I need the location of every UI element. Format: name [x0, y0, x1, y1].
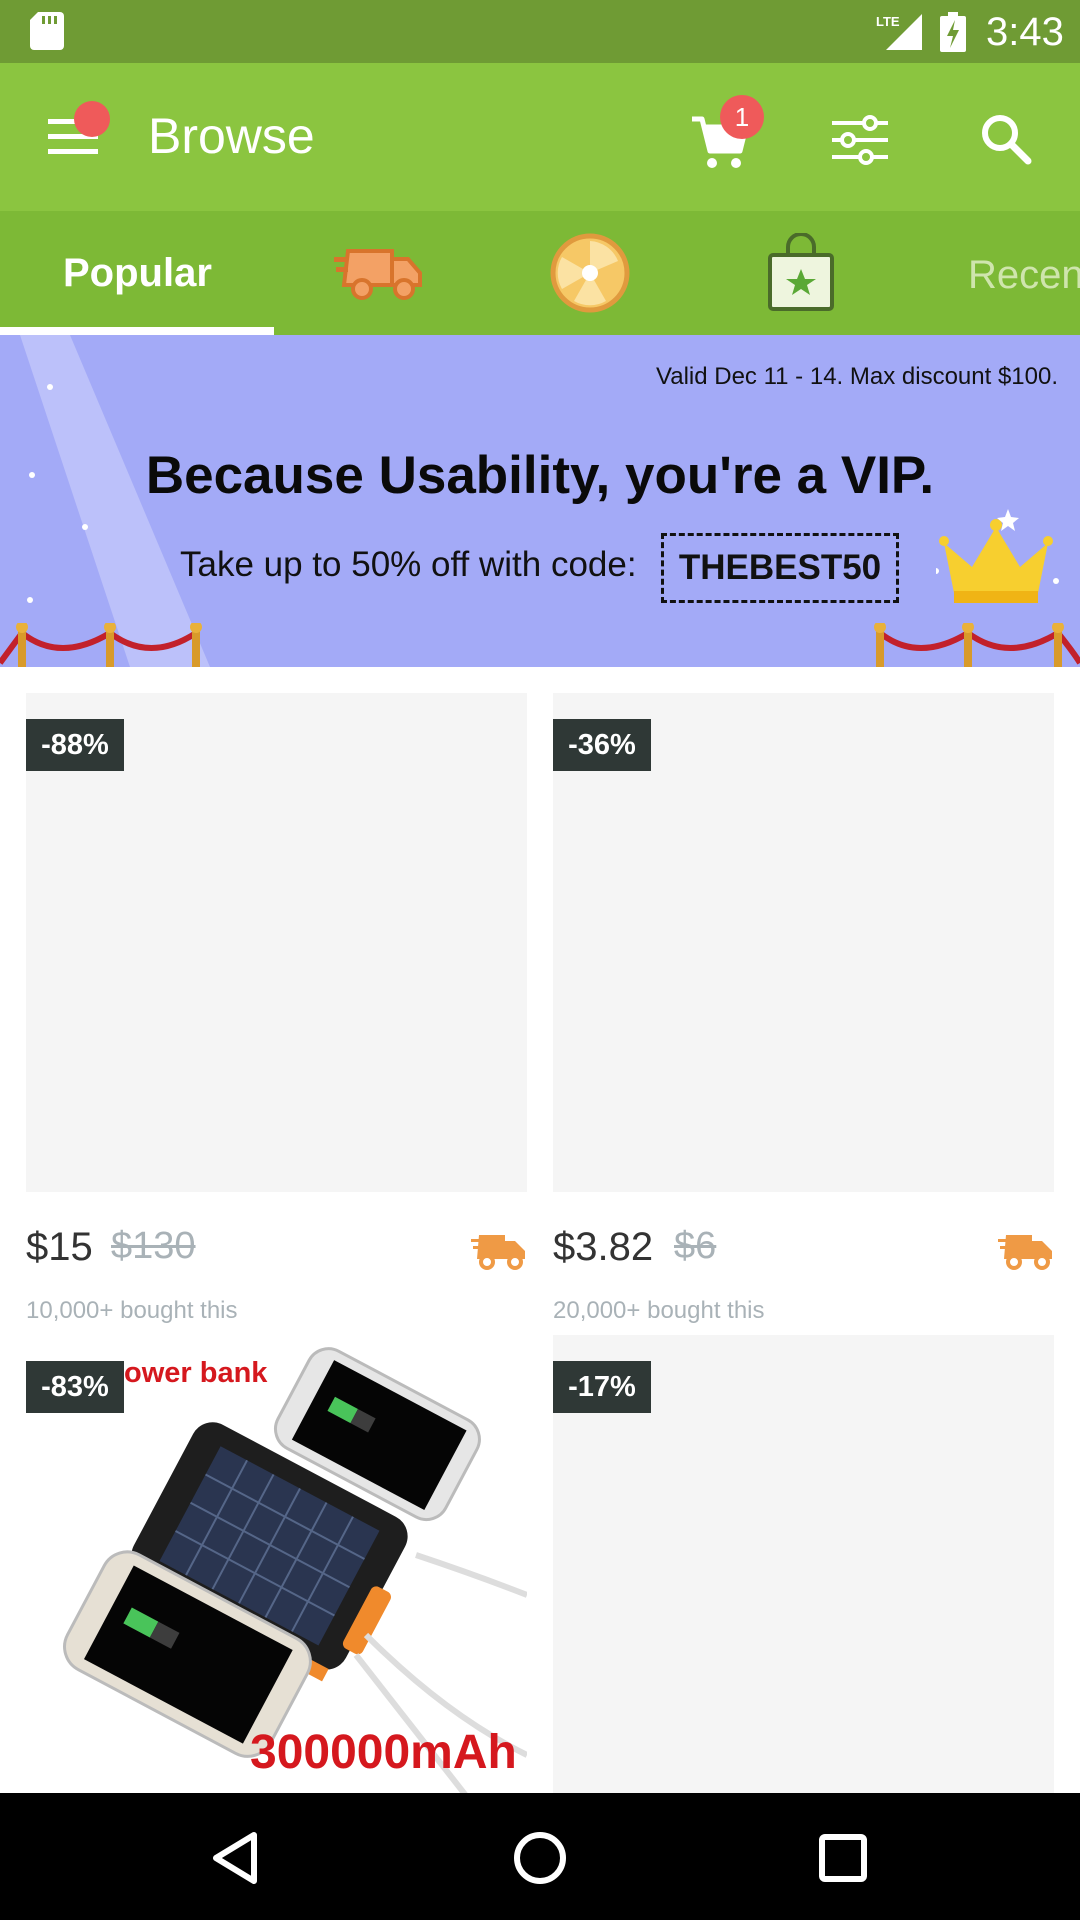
- discount-badge: -17%: [553, 1361, 651, 1413]
- promo-validity-text: Valid Dec 11 - 14. Max discount $100.: [656, 363, 1058, 390]
- lte-label: LTE: [876, 14, 900, 29]
- system-navigation-bar: [0, 1793, 1080, 1920]
- product-price: $15: [26, 1225, 93, 1269]
- back-button[interactable]: [202, 1823, 272, 1893]
- shopping-bag-icon: [768, 233, 834, 311]
- crown-icon: [936, 509, 1059, 603]
- recents-button[interactable]: [808, 1823, 878, 1893]
- fast-delivery-icon: [334, 249, 422, 300]
- discount-badge: -36%: [553, 719, 651, 771]
- product-grid: -88% $15 $130 10,000+ bought this -36% $…: [0, 667, 1080, 1793]
- search-icon: [982, 115, 1032, 165]
- tab-recent-label: Recen: [968, 253, 1080, 297]
- battery-charging-icon: [940, 12, 966, 52]
- search-button[interactable]: [976, 109, 1036, 169]
- tab-fast-delivery[interactable]: [330, 211, 430, 335]
- filter-button[interactable]: [830, 111, 890, 171]
- back-icon: [213, 1832, 257, 1884]
- promo-headline: Because Usability, you're a VIP.: [145, 446, 935, 505]
- category-tabs: Popular Recen: [0, 211, 1080, 335]
- page-title: Browse: [148, 108, 315, 164]
- discount-badge: -88%: [26, 719, 124, 771]
- product-price: $3.82: [553, 1225, 654, 1269]
- bought-count: 20,000+ bought this: [553, 1297, 765, 1324]
- recents-icon: [819, 1834, 867, 1882]
- product-card[interactable]: -36% $3.82 $6 20,000+ bought this: [553, 693, 1054, 1333]
- status-clock: 3:43: [986, 10, 1064, 54]
- lte-signal-icon: LTE: [876, 14, 922, 50]
- product-image-caption: 300000mAh: [250, 1726, 517, 1779]
- tab-recent[interactable]: Recen: [940, 211, 1080, 335]
- product-card[interactable]: -17%: [553, 1335, 1054, 1793]
- filter-icon: [832, 115, 888, 165]
- discount-badge: -83%: [26, 1361, 124, 1413]
- promo-code[interactable]: THEBEST50: [661, 533, 899, 603]
- shipping-truck-icon: [471, 1235, 525, 1270]
- rope-stanchions-right: [874, 623, 1080, 667]
- shipping-truck-icon: [998, 1235, 1052, 1270]
- notification-dot: [74, 101, 110, 137]
- cart-count-badge: 1: [720, 95, 764, 139]
- status-bar: LTE 3:43: [0, 0, 1080, 63]
- tab-selected-indicator: [0, 327, 274, 335]
- home-button[interactable]: [505, 1823, 575, 1893]
- promo-banner[interactable]: Valid Dec 11 - 14. Max discount $100. Be…: [0, 335, 1080, 667]
- product-old-price: $130: [111, 1225, 196, 1267]
- sd-card-icon: [30, 12, 64, 50]
- bought-count: 10,000+ bought this: [26, 1297, 238, 1324]
- product-card[interactable]: ower bank 300000mAh -83%: [26, 1335, 527, 1793]
- spin-wheel-icon: [550, 233, 630, 313]
- product-old-price: $6: [674, 1225, 717, 1267]
- app-toolbar: Browse 1: [0, 63, 1080, 211]
- rope-stanchions-left: [0, 623, 202, 667]
- promo-offer-text: Take up to 50% off with code:: [180, 545, 637, 584]
- product-card[interactable]: -88% $15 $130 10,000+ bought this: [26, 693, 527, 1333]
- product-image-title: ower bank: [124, 1357, 268, 1389]
- tab-spin-wheel[interactable]: [540, 211, 640, 335]
- home-icon: [514, 1832, 566, 1884]
- tab-popular[interactable]: Popular: [0, 211, 274, 335]
- tab-popular-label: Popular: [63, 251, 212, 295]
- tab-shopping-bag[interactable]: [750, 211, 850, 335]
